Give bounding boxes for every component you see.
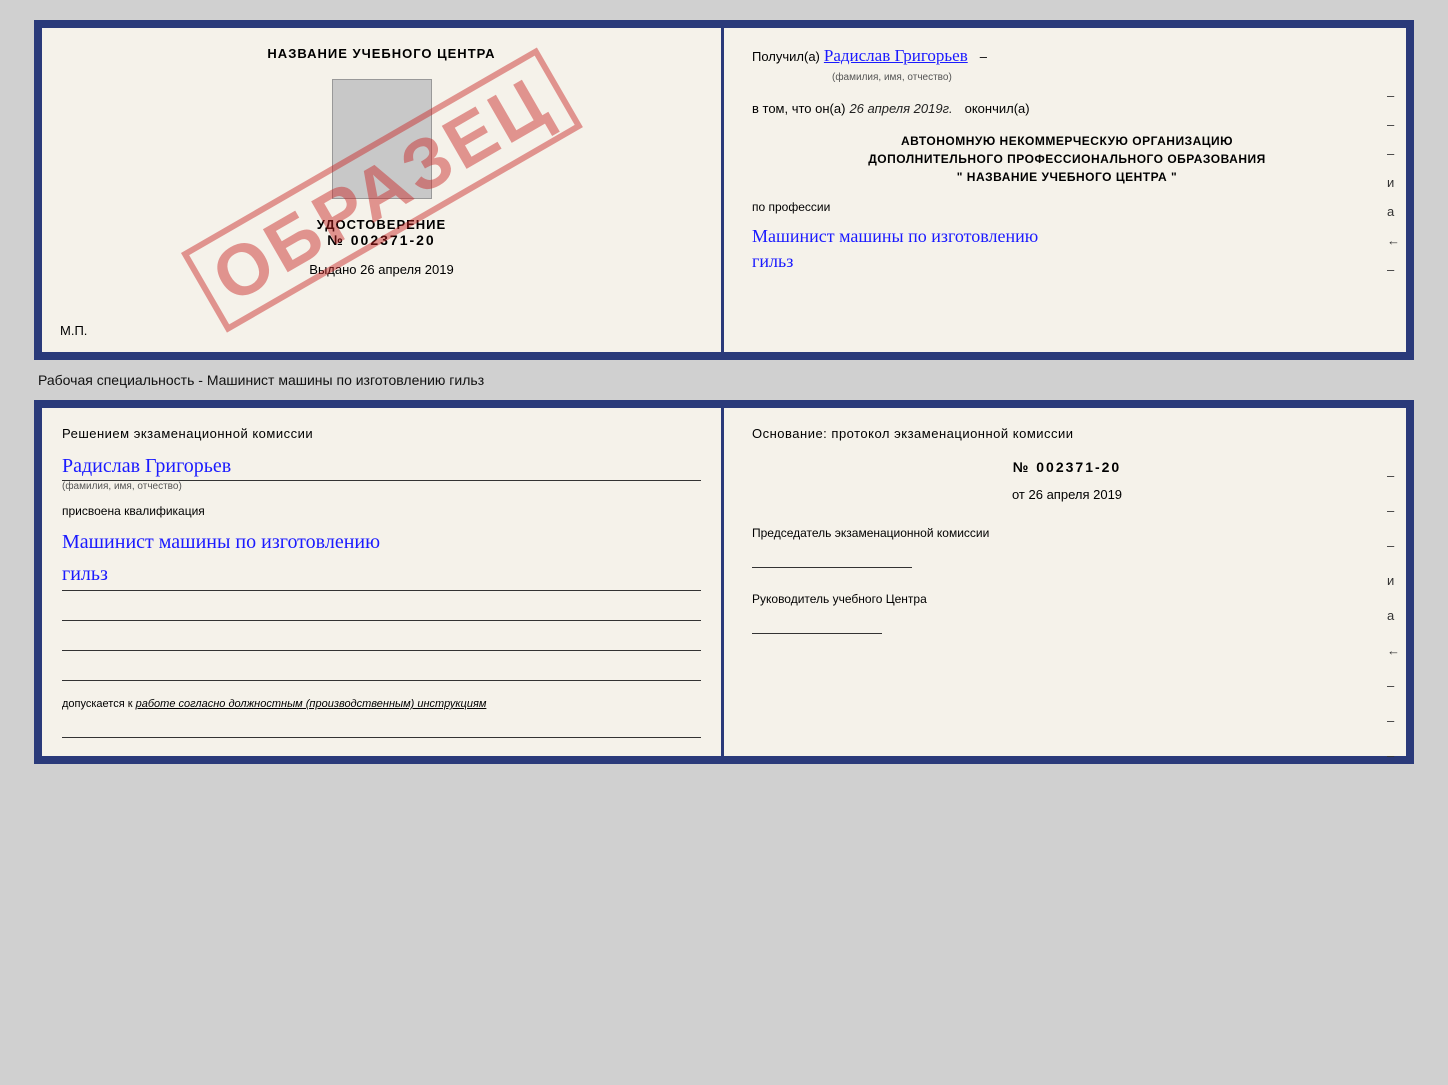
assigned-label: присвоена квалификация: [62, 504, 701, 518]
bottom-profession: Машинист машины по изготовлению гильз: [62, 526, 701, 591]
cert-title: УДОСТОВЕРЕНИЕ: [317, 217, 446, 232]
bottom-number: № 002371-20: [752, 459, 1382, 475]
allowed-block: допускается к работе согласно должностны…: [62, 697, 701, 712]
top-cert-left: НАЗВАНИЕ УЧЕБНОГО ЦЕНТРА УДОСТОВЕРЕНИЕ №…: [42, 28, 724, 352]
cert-date: 26 апреля 2019г.: [849, 101, 952, 116]
decision-label: Решением экзаменационной комиссии: [62, 426, 701, 441]
date-row: в том, что он(а) 26 апреля 2019г. окончи…: [752, 101, 1382, 116]
allowed-line: [62, 722, 701, 738]
specialty-label: Рабочая специальность - Машинист машины …: [38, 372, 484, 388]
top-cert-right: Получил(а) Радислав Григорьев – (фамилия…: [724, 28, 1406, 352]
bottom-date: от 26 апреля 2019: [752, 487, 1382, 502]
issued-date: 26 апреля 2019: [360, 262, 454, 277]
bottom-line-3: [62, 663, 701, 681]
allowed-prefix: допускается к: [62, 698, 133, 710]
allowed-italic: работе согласно должностным (производств…: [136, 698, 487, 710]
org-line2: ДОПОЛНИТЕЛЬНОГО ПРОФЕССИОНАЛЬНОГО ОБРАЗО…: [752, 150, 1382, 168]
bottom-line-1: [62, 603, 701, 621]
bottom-cert-left: Решением экзаменационной комиссии Радисл…: [42, 408, 724, 756]
profession-handwritten: Машинист машины по изготовлению гильз: [752, 224, 1382, 274]
school-name-top: НАЗВАНИЕ УЧЕБНОГО ЦЕНТРА: [267, 46, 495, 61]
finished-label: окончил(а): [965, 101, 1030, 116]
issued-label: Выдано: [309, 262, 356, 277]
received-label: Получил(а): [752, 49, 820, 64]
recipient-name: Радислав Григорьев: [824, 46, 968, 66]
right-side-dashes: – – – и а ← –: [1387, 88, 1400, 277]
cert-number: № 002371-20: [317, 232, 446, 248]
cert-title-block: УДОСТОВЕРЕНИЕ № 002371-20: [317, 217, 446, 248]
head-block: Руководитель учебного Центра: [752, 590, 1382, 634]
cert-issued: Выдано 26 апреля 2019: [309, 262, 453, 277]
top-certificate: НАЗВАНИЕ УЧЕБНОГО ЦЕНТРА УДОСТОВЕРЕНИЕ №…: [34, 20, 1414, 360]
profession-label-top: по профессии: [752, 200, 1382, 214]
bottom-certificate: Решением экзаменационной комиссии Радисл…: [34, 400, 1414, 764]
right-side-dashes-bottom: – – – и а ← – – –: [1387, 468, 1400, 763]
head-sig-line: [752, 612, 882, 634]
org-line1: АВТОНОМНУЮ НЕКОММЕРЧЕСКУЮ ОРГАНИЗАЦИЮ: [752, 132, 1382, 150]
org-name: " НАЗВАНИЕ УЧЕБНОГО ЦЕНТРА ": [752, 168, 1382, 186]
chairman-sig-line: [752, 546, 912, 568]
photo-placeholder: [332, 79, 432, 199]
dash-after-name: –: [980, 49, 987, 64]
bottom-date-value: 26 апреля 2019: [1029, 487, 1123, 502]
basis-label: Основание: протокол экзаменационной коми…: [752, 426, 1382, 441]
chairman-label: Председатель экзаменационной комиссии: [752, 524, 1382, 542]
chairman-block: Председатель экзаменационной комиссии: [752, 524, 1382, 568]
bottom-line-2: [62, 633, 701, 651]
mp-label: М.П.: [60, 323, 87, 338]
in-that-label: в том, что он(а): [752, 101, 845, 116]
name-sub-label: (фамилия, имя, отчество): [752, 72, 1382, 83]
bottom-cert-right: Основание: протокол экзаменационной коми…: [724, 408, 1406, 756]
org-block: АВТОНОМНУЮ НЕКОММЕРЧЕСКУЮ ОРГАНИЗАЦИЮ ДО…: [752, 132, 1382, 186]
bottom-name-block: Радислав Григорьев (фамилия, имя, отчест…: [62, 455, 701, 492]
head-label: Руководитель учебного Центра: [752, 590, 1382, 608]
bottom-name-sub: (фамилия, имя, отчество): [62, 481, 701, 492]
date-prefix: от: [1012, 487, 1025, 502]
bottom-recipient-name: Радислав Григорьев: [62, 455, 701, 481]
document-wrapper: НАЗВАНИЕ УЧЕБНОГО ЦЕНТРА УДОСТОВЕРЕНИЕ №…: [34, 20, 1414, 764]
received-row: Получил(а) Радислав Григорьев –: [752, 46, 1382, 66]
